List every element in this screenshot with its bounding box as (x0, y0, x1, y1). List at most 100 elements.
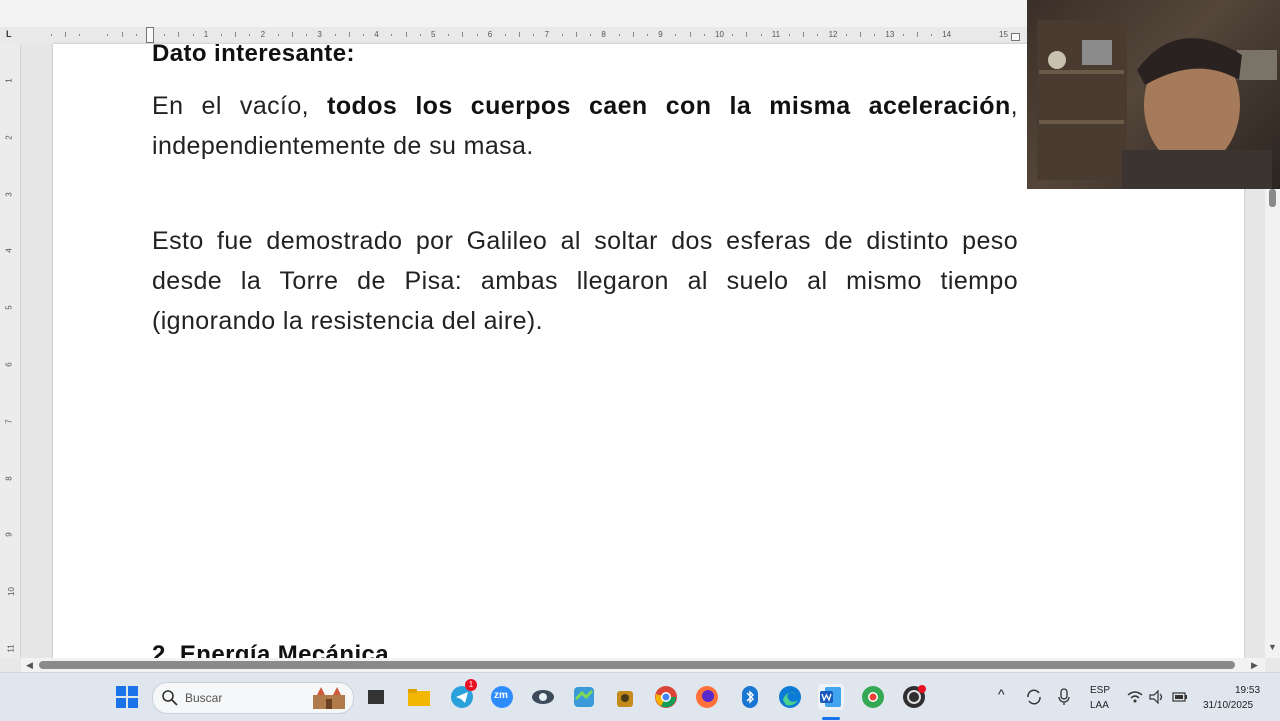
vertical-scrollbar-thumb[interactable] (1269, 189, 1276, 207)
battery-icon[interactable] (1172, 691, 1188, 703)
webcam-person-image (1037, 20, 1277, 189)
ruler-tick-mark (760, 34, 762, 36)
ruler-tick-mark (448, 34, 450, 36)
volume-icon[interactable] (1149, 690, 1165, 704)
scroll-right-arrow-icon[interactable]: ▶ (1251, 660, 1258, 671)
ruler-tick-mark (79, 34, 80, 36)
ruler-tick-mark (292, 32, 293, 37)
ruler-tick-mark (121, 32, 123, 37)
zoom-button[interactable]: zm (489, 684, 515, 710)
wifi-icon[interactable] (1127, 690, 1143, 704)
ruler-number: 14 (942, 30, 952, 39)
firefox-icon (696, 686, 718, 708)
start-button[interactable] (114, 684, 140, 710)
ruler-tick-mark (348, 32, 350, 37)
webcam-overlay (1027, 0, 1280, 189)
ruler-tick-mark (363, 34, 364, 36)
app-button[interactable] (530, 684, 556, 710)
eye-app-icon (532, 690, 554, 704)
ruler-tick-mark (817, 34, 819, 36)
chrome-icon (655, 686, 677, 708)
clock-date[interactable]: 31/10/2025 (1203, 700, 1253, 711)
sync-icon[interactable] (1025, 688, 1043, 706)
ruler-tick-mark (235, 32, 237, 37)
ruler-number: 1 (203, 30, 209, 39)
scroll-left-arrow-icon[interactable]: ◀ (26, 660, 33, 671)
ruler-number: 2 (260, 30, 266, 39)
tab-selector[interactable]: L (6, 29, 12, 39)
ruler-number: 3 (4, 191, 14, 197)
taskview-button[interactable] (363, 684, 389, 710)
telegram-badge: 1 (465, 679, 477, 691)
ruler-tick-mark (50, 34, 52, 36)
obs-icon (903, 685, 926, 708)
ruler-number: 10 (6, 587, 16, 597)
search-icon (162, 690, 178, 706)
ruler-tick-mark (689, 32, 691, 37)
paragraph-vacio: En el vacío, todos los cuerpos caen con … (152, 86, 1018, 166)
ruler-tick-mark (192, 34, 194, 36)
telegram-button[interactable]: 1 (449, 679, 477, 710)
horizontal-scrollbar-thumb[interactable] (39, 661, 1235, 669)
ruler-tick-mark (675, 34, 677, 36)
obs-button[interactable] (901, 684, 927, 710)
ruler-tick-mark (789, 34, 790, 36)
bold-text: todos los cuerpos caen con la misma acel… (327, 92, 1011, 120)
heading-energia-mecanica: 2. Energía Mecánica (152, 641, 390, 658)
app-button[interactable] (612, 684, 638, 710)
ruler-tick-mark (902, 34, 904, 36)
ruler-number: 15 (999, 30, 1008, 39)
chevron-up-icon[interactable]: ^ (998, 686, 1005, 702)
ruler-number: 12 (828, 30, 838, 39)
vertical-ruler[interactable]: 123456789101112 (0, 44, 21, 710)
ruler-number: 13 (885, 30, 895, 39)
chrome-button[interactable] (653, 684, 679, 710)
ruler-tick-mark (533, 34, 535, 36)
bluetooth-button[interactable] (737, 684, 763, 710)
bluetooth-icon (742, 686, 758, 708)
ruler-number: 11 (771, 30, 781, 39)
chrome-profile-button[interactable] (860, 684, 886, 710)
scroll-down-arrow-icon[interactable]: ▼ (1268, 642, 1277, 652)
ruler-tick-mark (306, 34, 308, 36)
ruler-number: 5 (4, 305, 14, 310)
heading-dato-interesante: Dato interesante: (152, 44, 355, 67)
chrome-profile-icon (862, 686, 884, 708)
search-highlight-castle-icon (313, 687, 345, 709)
ruler-tick-mark (561, 34, 563, 36)
ruler-tick-mark (860, 32, 861, 37)
indent-marker[interactable] (146, 27, 154, 43)
zoom-label: zm (494, 690, 508, 701)
ruler-number: 6 (4, 362, 14, 367)
keyboard-layout-indicator[interactable]: LAA (1090, 700, 1109, 711)
ruler-tick-mark (462, 32, 464, 37)
ruler-tick-mark (405, 32, 407, 37)
ruler-tick-mark (249, 34, 251, 36)
search-box[interactable]: Buscar (152, 682, 354, 714)
ruler-tick-mark (576, 32, 577, 37)
ruler-tick-mark (107, 34, 109, 36)
app-button[interactable] (571, 684, 597, 710)
language-indicator[interactable]: ESP (1090, 685, 1110, 696)
firefox-button[interactable] (694, 684, 720, 710)
ruler-tick-mark (732, 34, 734, 36)
ruler-tick-mark (505, 34, 506, 36)
edge-button[interactable] (777, 684, 803, 710)
ruler-tick-mark (64, 32, 66, 37)
right-indent-marker[interactable] (1011, 33, 1020, 41)
ruler-number: 3 (317, 30, 322, 39)
ruler-number: 2 (4, 135, 14, 140)
ruler-tick-mark (334, 34, 336, 36)
task-view-icon (368, 690, 384, 704)
microphone-icon[interactable] (1057, 688, 1071, 706)
ruler-number: 10 (715, 30, 724, 39)
word-button[interactable] (818, 684, 844, 710)
horizontal-scrollbar[interactable]: ◀ ▶ (21, 658, 1265, 672)
ruler-tick-mark (845, 34, 847, 36)
ruler-tick-mark (221, 34, 222, 36)
ruler-tick-mark (178, 32, 180, 37)
ruler-tick-mark (931, 34, 932, 36)
ruler-tick-mark (164, 34, 166, 36)
file-explorer-button[interactable] (406, 684, 432, 710)
clock-time[interactable]: 19:53 (1235, 685, 1260, 696)
